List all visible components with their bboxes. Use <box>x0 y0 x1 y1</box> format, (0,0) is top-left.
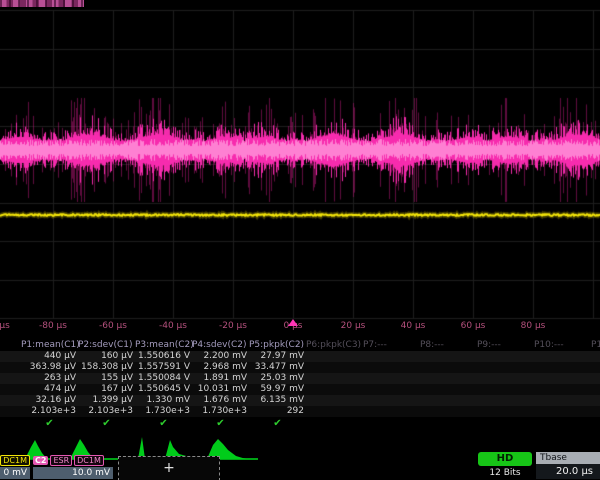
time-axis-label: 40 µs <box>383 321 443 331</box>
measure-value-cell: 474 µV <box>21 384 78 395</box>
time-axis-label: 80 µs <box>503 321 563 331</box>
measure-value-cell: 1.676 mV <box>192 395 249 406</box>
time-axis-label: -20 µs <box>203 321 263 331</box>
measure-value-cell: 59.97 mV <box>249 384 306 395</box>
measure-value-cell: 363.98 µV <box>21 362 78 373</box>
measure-value-cell: 33.477 mV <box>249 362 306 373</box>
measure-column-header: P2:sdev(C1) <box>78 340 135 351</box>
time-axis-label: 20 µs <box>323 321 383 331</box>
c2-vdiv-value: 10.0 mV <box>33 467 113 479</box>
timebase-descriptor[interactable]: Tbase 20.0 µs <box>536 452 600 480</box>
measure-status-check-icon: ✔ <box>135 417 192 428</box>
time-axis-label: -80 µs <box>23 321 83 331</box>
cropped-menu-badge[interactable] <box>0 0 84 7</box>
add-channel-button[interactable]: + <box>118 456 220 480</box>
timebase-title: Tbase <box>536 452 600 464</box>
measure-status-check-icon: ✔ <box>21 417 78 428</box>
measure-value-cell: 1.550645 V <box>135 384 192 395</box>
measure-value-cell: 1.550084 V <box>135 373 192 384</box>
measure-value-cell: 1.399 µV <box>78 395 135 406</box>
measure-value-cell: 2.968 mV <box>192 362 249 373</box>
measure-status-check-icon: ✔ <box>78 417 135 428</box>
measure-value-cell: 1.891 mV <box>192 373 249 384</box>
measure-value-cell: 263 µV <box>21 373 78 384</box>
measure-column-header: P10:--- <box>534 340 591 351</box>
measure-column-header: P3:mean(C2) <box>135 340 192 351</box>
measure-column-header: P9:--- <box>477 340 534 351</box>
c2-esr-badge: ESR <box>50 455 72 466</box>
trigger-position-marker-icon[interactable] <box>288 319 298 326</box>
time-axis-label: -60 µs <box>83 321 143 331</box>
table-row: 474 µV167 µV1.550645 V10.031 mV59.97 mV <box>0 384 600 395</box>
measure-column-header: P4:sdev(C2) <box>192 340 249 351</box>
graticule-waveform-canvas <box>0 0 600 340</box>
c2-coupling-badge: DC1M <box>74 455 104 466</box>
table-row: 440 µV160 µV1.550616 V2.200 mV27.97 mV <box>0 351 600 362</box>
measure-value-cell: 155 µV <box>78 373 135 384</box>
hd-bits-label: 12 Bits <box>478 468 532 478</box>
measure-column-header: P11:--- <box>591 340 600 351</box>
measure-column-header: P7:--- <box>363 340 420 351</box>
table-row: 363.98 µV158.308 µV1.557591 V2.968 mV33.… <box>0 362 600 373</box>
c1-coupling-badge: DC1M <box>0 455 30 466</box>
measure-value-cell: 32.16 µV <box>21 395 78 406</box>
c1-vdiv-value: 0 mV <box>0 467 30 479</box>
measure-value-cell: 1.557591 V <box>135 362 192 373</box>
table-row: 263 µV155 µV1.550084 V1.891 mV25.03 mV <box>0 373 600 384</box>
table-row: 32.16 µV1.399 µV1.330 mV1.676 mV6.135 mV <box>0 395 600 406</box>
measure-value-cell: 292 <box>249 406 306 417</box>
measure-value-cell: 1.330 mV <box>135 395 192 406</box>
measure-status-check-icon: ✔ <box>249 417 306 428</box>
c2-channel-badge: C2 <box>33 456 48 465</box>
time-axis-label: -100 µs <box>0 321 23 331</box>
time-axis-label: -40 µs <box>143 321 203 331</box>
table-row: P1:mean(C1)P2:sdev(C1)P3:mean(C2)P4:sdev… <box>0 340 600 351</box>
measure-value-cell: 1.730e+3 <box>192 406 249 417</box>
table-row: 2.103e+32.103e+31.730e+31.730e+3292 <box>0 406 600 417</box>
measure-column-header: P6:pkpk(C3) <box>306 340 363 351</box>
measure-value-cell: 2.103e+3 <box>21 406 78 417</box>
measure-value-cell: 1.730e+3 <box>135 406 192 417</box>
measure-column-header: P5:pkpk(C2) <box>249 340 306 351</box>
measure-value-cell: 2.103e+3 <box>78 406 135 417</box>
measure-value-cell: 167 µV <box>78 384 135 395</box>
oscilloscope-screen: -100 µs-80 µs-60 µs-40 µs-20 µs0 µs20 µs… <box>0 0 600 480</box>
measure-value-cell: 27.97 mV <box>249 351 306 362</box>
channel-c2-descriptor[interactable]: C2 ESR DC1M 10.0 mV <box>33 455 113 480</box>
measurement-table: P1:mean(C1)P2:sdev(C1)P3:mean(C2)P4:sdev… <box>0 340 600 430</box>
measure-value-cell: 10.031 mV <box>192 384 249 395</box>
time-axis-label: 60 µs <box>443 321 503 331</box>
channel-c1-descriptor[interactable]: DC1M 0 mV <box>0 455 30 480</box>
measure-value-cell: 158.308 µV <box>78 362 135 373</box>
measure-status-check-icon: ✔ <box>192 417 249 428</box>
measure-column-header: P8:--- <box>420 340 477 351</box>
measure-value-cell: 440 µV <box>21 351 78 362</box>
measure-value-cell: 25.03 mV <box>249 373 306 384</box>
table-row: ✔✔✔✔✔ <box>0 417 600 430</box>
hd-mode-badge[interactable]: HD <box>478 452 532 466</box>
measure-value-cell: 1.550616 V <box>135 351 192 362</box>
timebase-value: 20.0 µs <box>536 464 600 479</box>
measure-column-header: P1:mean(C1) <box>21 340 78 351</box>
measure-value-cell: 6.135 mV <box>249 395 306 406</box>
measure-value-cell: 2.200 mV <box>192 351 249 362</box>
measure-value-cell: 160 µV <box>78 351 135 362</box>
